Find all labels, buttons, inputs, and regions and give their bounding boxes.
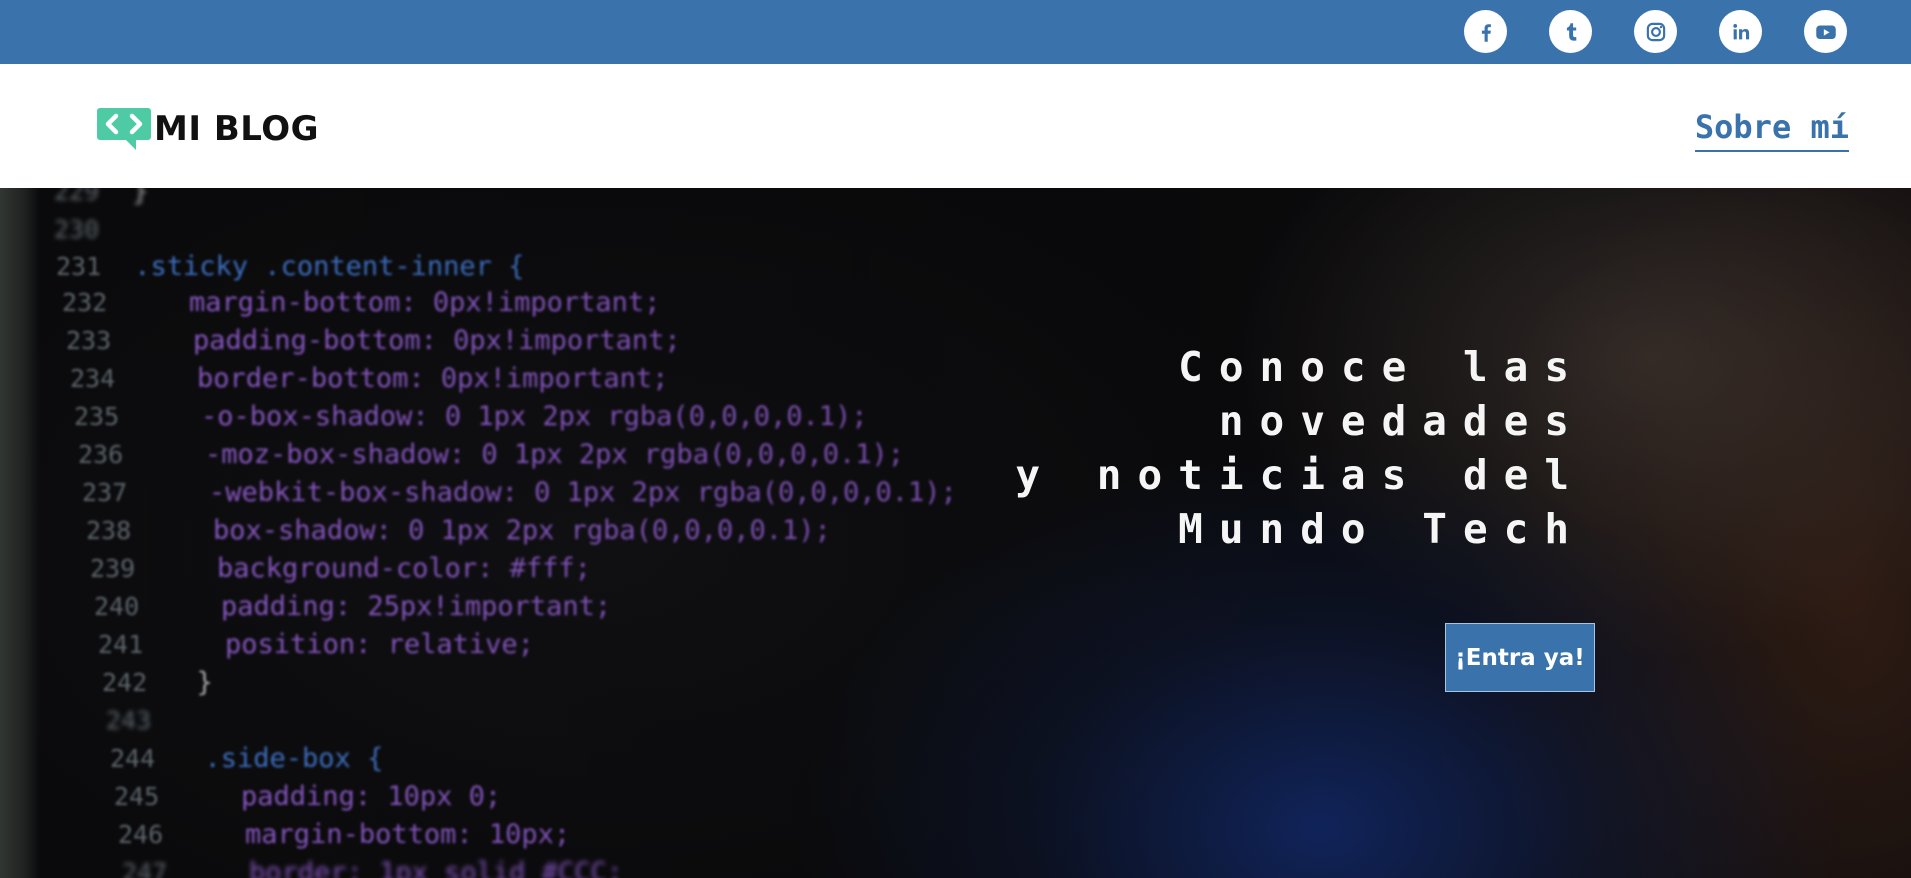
code-chat-bubble-icon: [97, 108, 151, 150]
facebook-icon: [1481, 23, 1491, 42]
hero-title: Conoce las novedades y noticias del Mund…: [780, 340, 1585, 556]
youtube-icon: [1815, 25, 1836, 39]
logo-text: MI BLOG: [154, 109, 319, 149]
social-bar: [0, 0, 1911, 64]
tumblr-icon: [1566, 22, 1576, 41]
hero-title-line: Conoce las novedades: [1178, 343, 1585, 445]
facebook-link[interactable]: [1464, 10, 1507, 53]
hero-banner: 229 } 230 231 .sticky .content-inner { 2…: [0, 188, 1911, 878]
linkedin-link[interactable]: [1719, 10, 1762, 53]
site-header: MI BLOG Sobre mí: [0, 64, 1911, 188]
hero-title-line: y noticias del: [1015, 451, 1585, 499]
tumblr-link[interactable]: [1549, 10, 1592, 53]
instagram-icon: [1646, 22, 1665, 41]
instagram-link[interactable]: [1634, 10, 1677, 53]
nav-link-sobre-mi[interactable]: Sobre mí: [1694, 106, 1849, 152]
site-logo[interactable]: MI BLOG: [96, 106, 319, 152]
youtube-link[interactable]: [1804, 10, 1847, 53]
linkedin-icon: [1732, 23, 1749, 39]
hero-title-line: Mundo Tech: [1178, 505, 1585, 553]
entra-ya-button[interactable]: ¡Entra ya!: [1445, 623, 1595, 692]
